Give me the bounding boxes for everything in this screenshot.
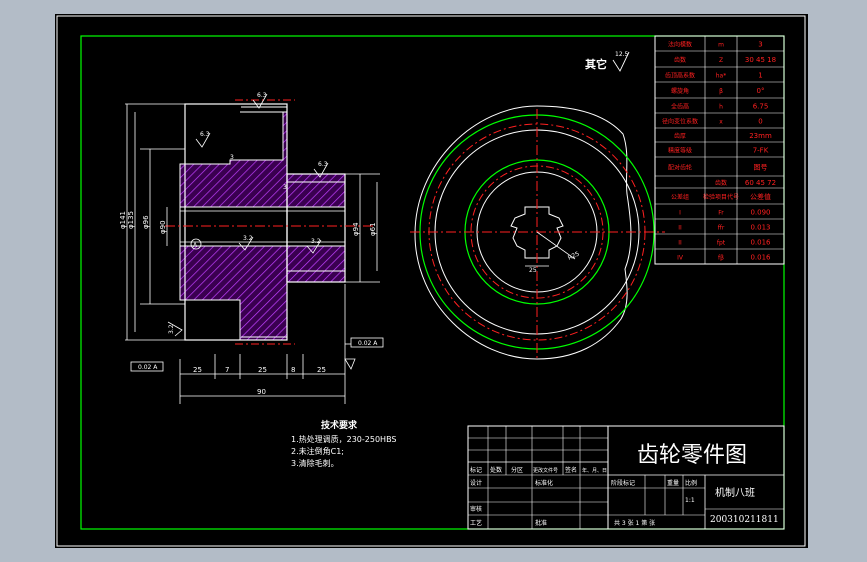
gear-row-label: 齿顶高系数 (665, 72, 695, 80)
svg-text:6.3: 6.3 (318, 161, 328, 168)
hdr-sign: 签名 (565, 466, 577, 474)
roughness-mark-2: 6.3 (195, 131, 211, 148)
dim-d94: φ94 (352, 222, 360, 236)
section-view: φ141 φ135 φ96 φ90 φ94 φ61 25 7 25 8 25 9… (119, 92, 384, 404)
gear-parameter-table: 法向模数 m 3 齿数 Z 30 45 18 齿顶高系数 ha* 1 螺旋角 β 0° 全齿高 h 6.75… (654, 35, 785, 265)
gear-row-symbol: fpt (717, 240, 726, 247)
dim-d135: φ135 (127, 211, 135, 229)
hdr-docno: 更改文件号 (533, 467, 558, 474)
drawing-canvas: φ141 φ135 φ96 φ90 φ94 φ61 25 7 25 8 25 9… (55, 14, 808, 548)
tolerance-frame-left: 0.02 A (130, 361, 164, 372)
class-name: 机制八班 (715, 486, 755, 499)
svg-text:0.02 A: 0.02 A (138, 364, 158, 371)
tech-req-item-2: 2.未注倒角C1; (291, 446, 344, 456)
hdr-count: 处数 (490, 466, 502, 474)
svg-text:3.2: 3.2 (311, 238, 321, 245)
dim-25c: 25 (317, 366, 326, 374)
row-design: 设计 (470, 479, 482, 487)
gear-row-value: 23mm (749, 132, 772, 140)
keyway-dim: 25 (529, 267, 537, 274)
other-label: 其它 (585, 57, 607, 71)
gear-row-symbol: m (718, 42, 724, 49)
hdr-zone: 分区 (511, 466, 523, 474)
gear-row-label: 径向变位系数 (662, 118, 698, 126)
gear-row-value: 3 (758, 41, 762, 49)
gear-row-symbol: β (719, 88, 723, 95)
dim-90: 90 (257, 388, 266, 396)
gear-row-value: 0.016 (750, 254, 771, 262)
sheet-text: 共 3 张 1 第 张 (614, 519, 655, 527)
gear-row-symbol: ffr (718, 225, 725, 232)
tech-req-item-1: 1.热处理调质，230-250HBS (291, 434, 397, 444)
title-block: 齿轮零件图 机制八班 200310211811 1:1 共 3 张 1 第 张 … (467, 425, 785, 530)
gear-row-label: 全齿高 (671, 103, 689, 111)
tolerance-frame-right: 0.02 A (350, 337, 384, 348)
gear-row-label: 精度等级 (668, 147, 692, 155)
gear-row-value: 0.016 (750, 239, 771, 247)
gear-row-value: 0 (758, 118, 762, 126)
dim-d141: φ141 (119, 211, 127, 229)
row-process: 工艺 (470, 519, 482, 527)
gear-row-label: IV (677, 255, 684, 262)
gear-row-symbol: fβ (718, 255, 724, 262)
gear-row-value: 0° (757, 87, 765, 95)
gear-row-value: 0.013 (750, 224, 770, 232)
round-view: 25 R25 (410, 105, 665, 360)
technical-requirements: 技术要求 1.热处理调质，230-250HBS 2.未注倒角C1; 3.清除毛刺… (291, 419, 397, 468)
tech-req-item-3: 3.清除毛刺。 (291, 458, 339, 468)
gear-row-value: 1 (758, 72, 762, 80)
gear-row-value: 30 45 18 (745, 56, 776, 64)
mid-standard: 标准化 (535, 479, 553, 487)
gear-row-symbol: 检验项目代号 (703, 193, 739, 201)
gear-row-label: 法向模数 (668, 41, 692, 49)
gear-row-symbol: Fr (718, 210, 724, 217)
gear-row-label: II (678, 240, 682, 247)
svg-text:0.02 A: 0.02 A (358, 340, 378, 347)
dim-d61: φ61 (369, 222, 377, 236)
gear-row-label: 公差组 (671, 193, 689, 201)
gear-row-value: 7-FK (753, 147, 769, 155)
gear-row-label: 齿数 (674, 56, 686, 64)
dim-small-3a: 3 (283, 184, 287, 191)
rt-weight: 重量 (667, 479, 679, 487)
drawing-title: 齿轮零件图 (637, 443, 747, 468)
gear-row-symbol: x (719, 119, 723, 126)
rt-stage: 阶段标记 (611, 479, 635, 487)
gear-row-symbol: 齿数 (715, 179, 727, 187)
gear-row-label: 配对齿轮 (668, 164, 692, 172)
dim-25b: 25 (258, 366, 267, 374)
roughness-mark-6: 3.2 (167, 321, 183, 337)
gear-row-value: 图号 (754, 164, 768, 172)
hdr-date: 年、月、日 (582, 467, 607, 474)
gear-row-symbol: Z (719, 57, 723, 64)
gear-row-symbol: h (719, 104, 723, 111)
dim-7: 7 (225, 366, 229, 374)
dim-small-3b: 3 (230, 154, 234, 161)
row-review: 审核 (470, 505, 482, 513)
gear-row-value: 6.75 (753, 103, 769, 111)
gear-row-label: 齿厚 (674, 132, 686, 140)
dim-d96: φ96 (142, 215, 150, 229)
hdr-mark: 标记 (470, 466, 482, 474)
gear-row-value: 0.090 (750, 209, 770, 217)
other-roughness: 其它 12.5 (585, 51, 630, 72)
scale-value: 1:1 (685, 497, 695, 504)
gear-row-symbol: ha* (716, 73, 726, 80)
gear-row-label: I (679, 210, 681, 217)
dim-8: 8 (291, 366, 295, 374)
rt-scale: 比例 (685, 479, 697, 487)
mid-approve: 批准 (535, 519, 547, 527)
gear-row-value: 公差值 (750, 192, 771, 201)
tech-req-heading: 技术要求 (321, 419, 358, 431)
svg-text:3.2: 3.2 (243, 235, 253, 242)
svg-text:6.3: 6.3 (257, 92, 267, 99)
dim-25a: 25 (193, 366, 202, 374)
student-id: 200310211811 (710, 515, 779, 525)
svg-text:6.3: 6.3 (200, 131, 210, 138)
gear-row-label: 螺旋角 (671, 87, 689, 95)
dim-d90: φ90 (159, 220, 167, 234)
bore-dim: R25 (567, 250, 581, 261)
gear-row-value: 60 45 72 (745, 179, 776, 187)
gear-row-label: II (678, 225, 682, 232)
